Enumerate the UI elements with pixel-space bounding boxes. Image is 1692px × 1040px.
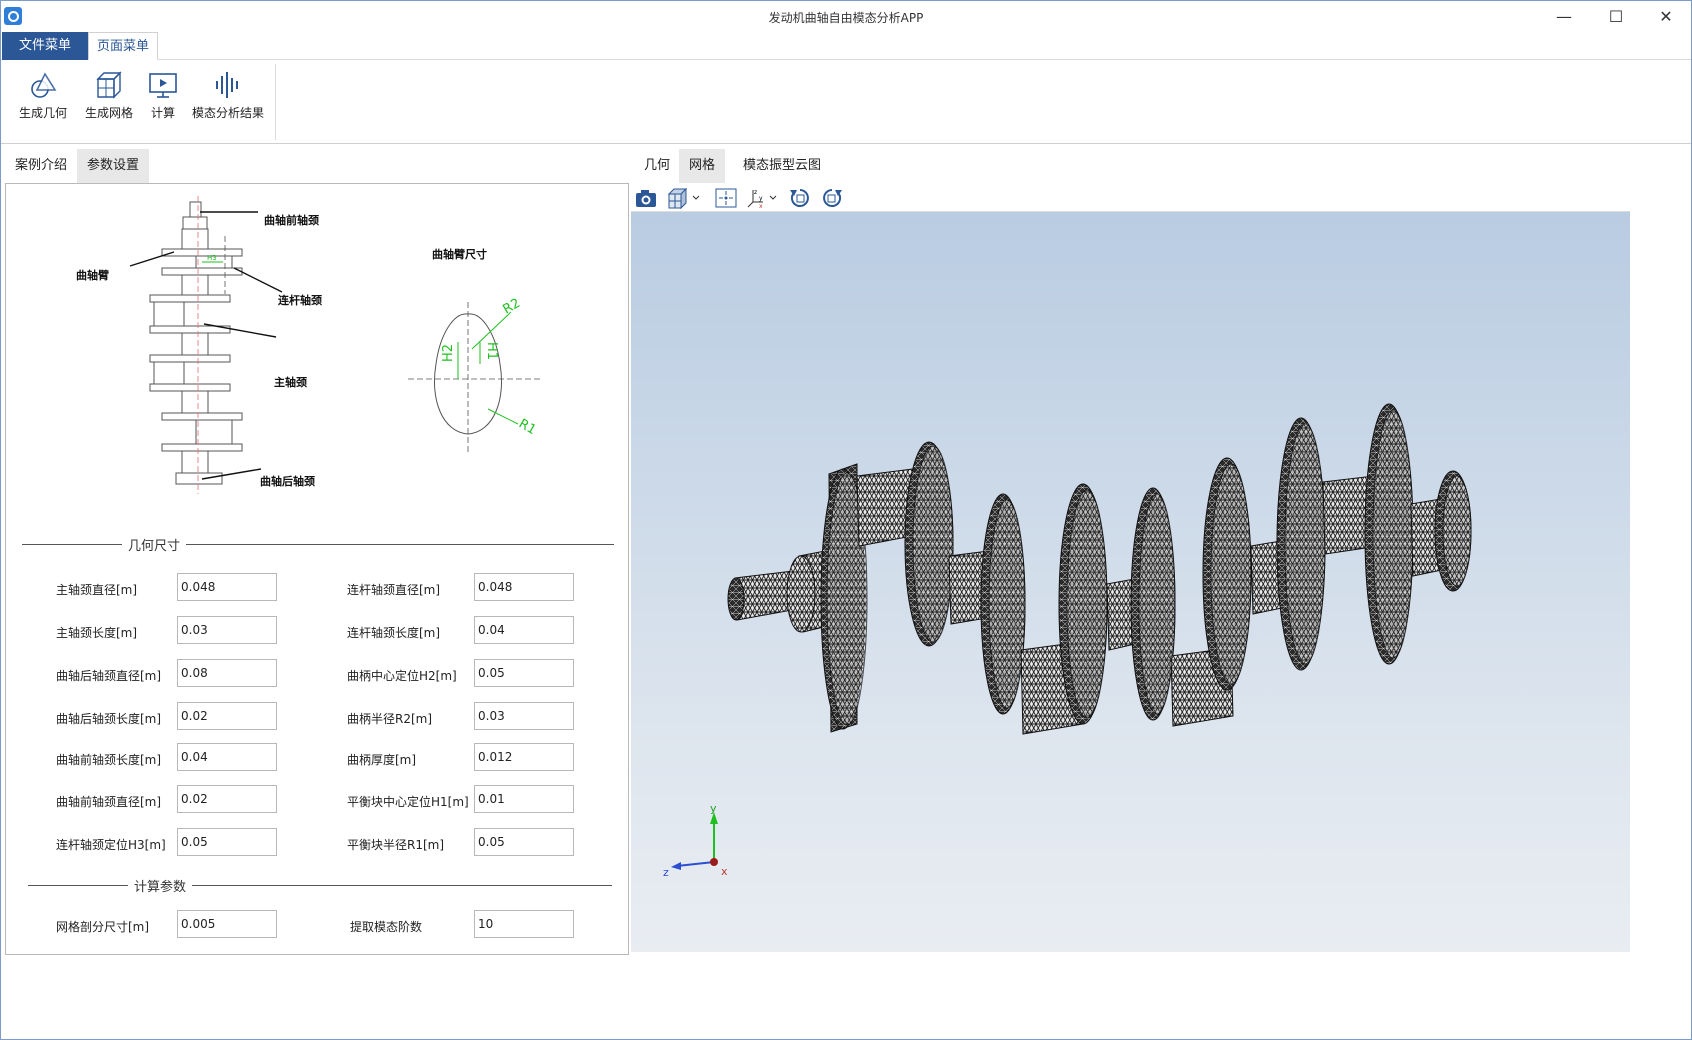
camera-icon[interactable] bbox=[633, 186, 659, 210]
tab-file-menu[interactable]: 文件菜单 bbox=[2, 32, 88, 60]
param-label: 曲轴后轴颈直径[m] bbox=[56, 669, 162, 683]
triad-y-label: y bbox=[710, 802, 717, 815]
geometry-icon bbox=[31, 72, 57, 98]
main-journal-length-input[interactable]: 0.03 bbox=[177, 616, 277, 644]
rear-journal-diameter-input[interactable]: 0.08 bbox=[177, 659, 277, 687]
generate-geometry-button[interactable]: 生成几何 bbox=[15, 66, 71, 136]
svg-text:x: x bbox=[759, 203, 763, 210]
diagram-rod-journal-label: 连杆轴颈 bbox=[278, 293, 322, 307]
tab-case-intro[interactable]: 案例介绍 bbox=[5, 149, 77, 183]
left-panel-tabs: 案例介绍 参数设置 bbox=[5, 149, 629, 183]
param-label: 曲柄厚度[m] bbox=[347, 753, 417, 767]
front-journal-diameter-input[interactable]: 0.02 bbox=[177, 785, 277, 813]
param-settings-panel: H3 曲轴前轴颈 曲轴臂 连杆轴颈 主轴颈 曲轴后轴颈 曲轴臂尺寸 R2 R1 … bbox=[5, 183, 629, 955]
generate-geometry-label: 生成几何 bbox=[18, 106, 67, 120]
triad-x-label: x bbox=[721, 865, 728, 878]
param-label: 主轴颈长度[m] bbox=[56, 626, 138, 640]
triad-z-label: z bbox=[663, 866, 669, 879]
compute-button[interactable]: 计算 bbox=[145, 66, 181, 136]
ribbon-separator bbox=[275, 64, 276, 140]
mesh-size-input[interactable]: 0.005 bbox=[177, 910, 277, 938]
compute-icon bbox=[149, 73, 177, 98]
minimize-icon[interactable]: — bbox=[1541, 3, 1587, 31]
generate-mesh-button[interactable]: 生成网格 bbox=[81, 66, 137, 136]
rod-journal-diameter-input[interactable]: 0.048 bbox=[474, 573, 574, 601]
window-title: 发动机曲轴自由模态分析APP bbox=[768, 11, 924, 25]
tab-geometry[interactable]: 几何 bbox=[635, 149, 679, 183]
diagram-rear-journal-label: 曲轴后轴颈 bbox=[260, 474, 315, 488]
h3-label: H3 bbox=[207, 254, 217, 262]
diagram-main-journal-label: 主轴颈 bbox=[274, 375, 307, 389]
param-label: 曲轴前轴颈直径[m] bbox=[56, 795, 162, 809]
param-label: 曲轴前轴颈长度[m] bbox=[56, 753, 162, 767]
crank-thickness-input[interactable]: 0.012 bbox=[474, 743, 574, 771]
param-label: 平衡块半径R1[m] bbox=[347, 838, 445, 852]
ribbon-tabs: 文件菜单 页面菜单 bbox=[1, 32, 1691, 60]
right-panel-tabs: 几何 网格 模态振型云图 bbox=[635, 149, 835, 183]
diagram-r2-label: R2 bbox=[501, 296, 523, 318]
app-window: 发动机曲轴自由模态分析APP — ☐ ✕ 文件菜单 页面菜单 生成几何 生成网格… bbox=[0, 0, 1692, 1040]
mesh-viewport[interactable]: y z x bbox=[631, 212, 1630, 952]
calc-section-divider bbox=[28, 885, 612, 886]
rotate-cw-icon[interactable] bbox=[819, 186, 845, 210]
viewer-toolbar: zyx bbox=[631, 184, 1630, 212]
param-label: 连杆轴颈直径[m] bbox=[347, 583, 441, 597]
crankshaft-diagram: H3 曲轴前轴颈 曲轴臂 连杆轴颈 主轴颈 曲轴后轴颈 曲轴臂尺寸 R2 R1 … bbox=[76, 196, 540, 494]
crank-center-h2-input[interactable]: 0.05 bbox=[474, 659, 574, 687]
front-journal-length-input[interactable]: 0.04 bbox=[177, 743, 277, 771]
tab-mesh[interactable]: 网格 bbox=[679, 149, 725, 183]
counterweight-radius-r1-input[interactable]: 0.05 bbox=[474, 828, 574, 856]
tab-page-menu[interactable]: 页面菜单 bbox=[88, 32, 158, 60]
modal-result-icon bbox=[216, 72, 238, 98]
mesh-icon bbox=[96, 71, 122, 99]
tab-mode-shape[interactable]: 模态振型云图 bbox=[729, 149, 835, 183]
maximize-icon[interactable]: ☐ bbox=[1593, 3, 1639, 31]
param-label: 提取模态阶数 bbox=[350, 920, 423, 934]
title-bar: 发动机曲轴自由模态分析APP — ☐ ✕ bbox=[1, 1, 1691, 32]
view-cube-icon[interactable] bbox=[665, 186, 705, 210]
geometry-section-divider bbox=[22, 544, 614, 545]
param-label: 主轴颈直径[m] bbox=[56, 583, 138, 597]
rear-journal-length-input[interactable]: 0.02 bbox=[177, 702, 277, 730]
modal-result-button[interactable]: 模态分析结果 bbox=[189, 66, 267, 136]
compute-label: 计算 bbox=[150, 106, 175, 120]
param-label: 连杆轴颈长度[m] bbox=[347, 626, 441, 640]
diagram-front-journal-label: 曲轴前轴颈 bbox=[264, 213, 319, 227]
tab-param-settings[interactable]: 参数设置 bbox=[77, 149, 149, 183]
diagram-arm-size-title: 曲轴臂尺寸 bbox=[432, 247, 487, 261]
rotate-ccw-icon[interactable] bbox=[787, 186, 813, 210]
crankshaft-mesh-model: y z x bbox=[663, 403, 1472, 879]
fit-view-icon[interactable] bbox=[713, 186, 739, 210]
rod-journal-position-h3-input[interactable]: 0.05 bbox=[177, 828, 277, 856]
param-label: 平衡块中心定位H1[m] bbox=[347, 795, 469, 809]
param-label: 网格剖分尺寸[m] bbox=[56, 920, 150, 934]
param-label: 曲柄中心定位H2[m] bbox=[347, 669, 457, 683]
coordinate-triad: y z x bbox=[663, 802, 728, 879]
geometry-section-title: 几何尺寸 bbox=[122, 535, 187, 554]
diagram-arm-label: 曲轴臂 bbox=[76, 268, 109, 282]
diagram-h1-label: H1 bbox=[484, 342, 499, 360]
modal-result-label: 模态分析结果 bbox=[191, 106, 264, 120]
crank-radius-r2-input[interactable]: 0.03 bbox=[474, 702, 574, 730]
calc-section-title: 计算参数 bbox=[128, 876, 193, 895]
close-icon[interactable]: ✕ bbox=[1643, 3, 1689, 31]
main-journal-diameter-input[interactable]: 0.048 bbox=[177, 573, 277, 601]
rod-journal-length-input[interactable]: 0.04 bbox=[474, 616, 574, 644]
diagram-r1-label: R1 bbox=[516, 416, 538, 438]
generate-mesh-label: 生成网格 bbox=[84, 106, 133, 120]
counterweight-center-h1-input[interactable]: 0.01 bbox=[474, 785, 574, 813]
param-label: 曲轴后轴颈长度[m] bbox=[56, 712, 162, 726]
param-label: 曲柄半径R2[m] bbox=[347, 712, 433, 726]
diagram-h2-label: H2 bbox=[441, 344, 456, 362]
ribbon-toolbar: 生成几何 生成网格 计算 模态分析结果 bbox=[1, 60, 1691, 144]
svg-text:y: y bbox=[759, 195, 763, 202]
mode-count-input[interactable]: 10 bbox=[474, 910, 574, 938]
param-label: 连杆轴颈定位H3[m] bbox=[56, 838, 166, 852]
svg-text:z: z bbox=[754, 189, 757, 196]
axis-orient-icon[interactable]: zyx bbox=[745, 186, 781, 210]
